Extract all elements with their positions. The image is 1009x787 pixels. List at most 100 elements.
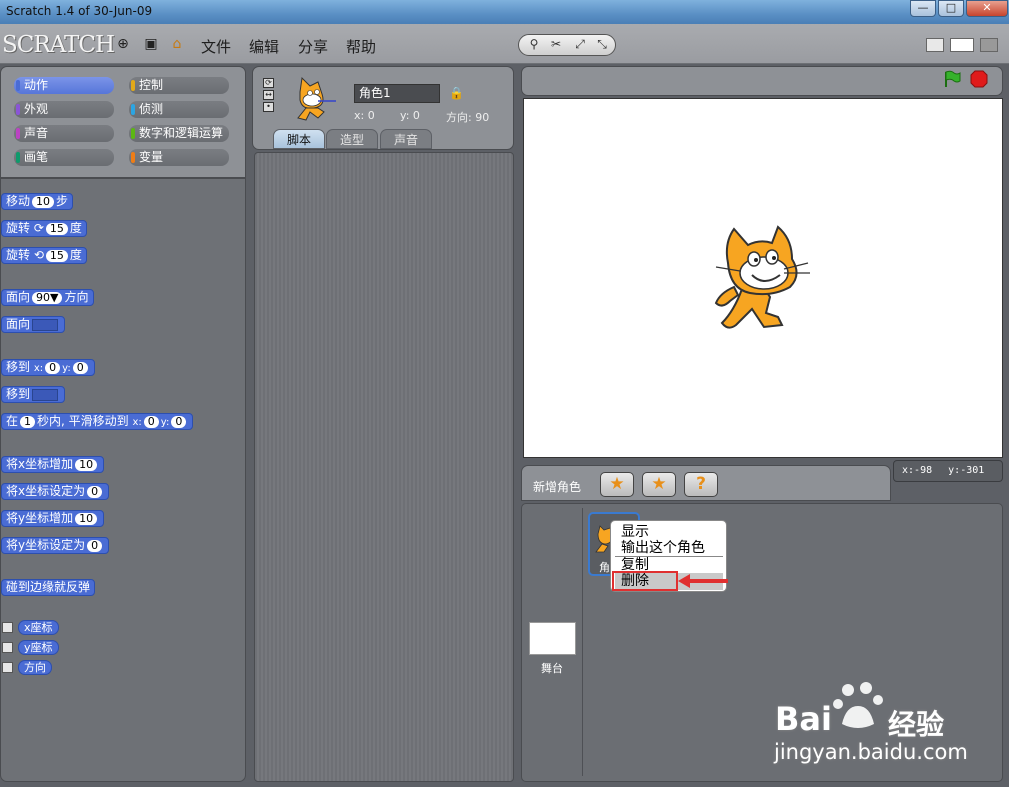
shrink-tool-icon[interactable]: ⤡ — [593, 37, 611, 53]
category-control[interactable]: 控制 — [129, 77, 229, 94]
category-label: 动作 — [24, 78, 49, 92]
block-text: 移到 — [6, 387, 31, 401]
scissors-tool-icon[interactable]: ✂ — [547, 37, 565, 53]
block-glide[interactable]: 在 1 秒内, 平滑移动到 x: 0 y: 0 — [1, 413, 194, 430]
stage-thumbnail[interactable] — [529, 622, 576, 655]
cat-sprite[interactable] — [712, 225, 816, 335]
sprite-name-field[interactable]: 角色1 — [354, 84, 440, 103]
rotate-all-icon[interactable]: ⟳ — [263, 78, 274, 88]
context-menu-export-sprite[interactable]: 输出这个角色 — [621, 540, 705, 557]
block-input[interactable]: 90▼ — [32, 292, 63, 304]
script-area[interactable] — [254, 152, 514, 782]
stage-label: 舞台 — [541, 662, 563, 675]
sprite-x: x: 0 — [354, 109, 375, 122]
surprise-sprite-button[interactable]: ? — [684, 472, 718, 497]
tab-sounds[interactable]: 声音 — [380, 129, 432, 149]
choose-sprite-from-file-button[interactable]: ★ — [642, 472, 676, 497]
block-move[interactable]: 移动 10 步 — [1, 193, 74, 210]
share-icon[interactable]: ⌂ — [168, 36, 186, 53]
block-text: 将x坐标设定为 — [6, 484, 86, 498]
block-text: x: — [33, 363, 44, 374]
category-sensing[interactable]: 侦测 — [129, 101, 229, 118]
reporter-direction[interactable]: 方向 — [18, 660, 52, 675]
block-text: 碰到边缘就反弹 — [6, 580, 91, 594]
category-looks[interactable]: 外观 — [14, 101, 114, 118]
menu-share[interactable]: 分享 — [298, 36, 328, 57]
layout-normal-icon[interactable] — [950, 38, 974, 52]
x-position-checkbox[interactable] — [2, 622, 13, 633]
block-input[interactable]: 15 — [45, 250, 68, 262]
block-goto-xy[interactable]: 移到 x: 0 y: 0 — [1, 359, 95, 376]
maximize-button[interactable]: □ — [938, 0, 964, 17]
category-sound[interactable]: 声音 — [14, 125, 114, 142]
presentation-mode-icon[interactable] — [980, 38, 998, 52]
layout-small-stage-icon[interactable] — [926, 38, 944, 52]
category-operators[interactable]: 数字和逻辑运算 — [129, 125, 229, 142]
block-input[interactable]: 0 — [72, 362, 88, 374]
block-text: 秒内, 平滑移动到 — [37, 414, 129, 428]
block-input[interactable]: 0 — [87, 486, 103, 498]
block-point-towards[interactable]: 面向 — [1, 316, 66, 333]
block-text: 将x坐标增加 — [6, 457, 74, 471]
reporter-y-position[interactable]: y座标 — [18, 640, 59, 655]
category-label: 外观 — [24, 102, 49, 116]
block-text: 在 — [6, 414, 19, 428]
block-dropdown[interactable] — [32, 388, 59, 401]
block-text: 度 — [69, 248, 82, 262]
menu-edit[interactable]: 编辑 — [249, 36, 279, 57]
context-menu-show[interactable]: 显示 — [621, 524, 649, 541]
stamp-tool-icon[interactable]: ⚲ — [525, 37, 543, 53]
label: y: — [948, 465, 961, 476]
block-dropdown[interactable] — [32, 318, 59, 331]
category-variables[interactable]: 变量 — [129, 149, 229, 166]
no-rotate-icon[interactable]: • — [263, 102, 274, 112]
block-input[interactable]: 0 — [45, 362, 61, 374]
block-input[interactable]: 0 — [171, 416, 187, 428]
block-goto[interactable]: 移到 — [1, 386, 66, 403]
lock-icon[interactable]: 🔒 — [449, 86, 464, 100]
save-icon[interactable]: ▣ — [142, 36, 160, 53]
direction-checkbox[interactable] — [2, 662, 13, 673]
new-sprite-label: 新增角色 — [533, 480, 582, 494]
block-input[interactable]: 10 — [32, 196, 55, 208]
block-turn-left[interactable]: 旋转 ⟲ 15 度 — [1, 247, 87, 264]
block-input[interactable]: 0 — [143, 416, 159, 428]
green-flag-icon[interactable] — [942, 69, 962, 89]
flip-lr-icon[interactable]: ↔ — [263, 90, 274, 100]
block-set-x[interactable]: 将x坐标设定为 0 — [1, 483, 110, 500]
category-label: 声音 — [24, 126, 49, 140]
grow-tool-icon[interactable]: ⤢ — [571, 37, 589, 53]
close-button[interactable]: ✕ — [966, 0, 1008, 17]
block-point-direction[interactable]: 面向 90▼ 方向 — [1, 289, 94, 306]
block-input[interactable]: 10 — [75, 459, 98, 471]
tab-scripts[interactable]: 脚本 — [273, 129, 325, 149]
stage-canvas[interactable] — [523, 98, 1003, 458]
menu-file[interactable]: 文件 — [201, 36, 231, 57]
minimize-button[interactable]: — — [910, 0, 936, 17]
menu-bar: SCRATCH ⊕ ▣ ⌂ 文件 编辑 分享 帮助 ⚲ ✂ ⤢ ⤡ — [0, 24, 1009, 64]
tab-costumes[interactable]: 造型 — [326, 129, 378, 149]
stop-sign-icon[interactable] — [970, 70, 988, 88]
paint-new-sprite-button[interactable]: ★ — [600, 472, 634, 497]
delete-highlight-box — [612, 571, 678, 591]
block-bounce[interactable]: 碰到边缘就反弹 — [1, 579, 96, 596]
reporter-x-position[interactable]: x座标 — [18, 620, 59, 635]
category-pen[interactable]: 画笔 — [14, 149, 114, 166]
watermark-url: jingyan.baidu.com — [774, 740, 968, 764]
category-motion[interactable]: 动作 — [14, 77, 114, 94]
block-input[interactable]: 10 — [75, 513, 98, 525]
block-text: 步 — [56, 194, 69, 208]
label: x: — [902, 465, 915, 476]
block-change-y[interactable]: 将y坐标增加 10 — [1, 510, 105, 527]
block-set-y[interactable]: 将y坐标设定为 0 — [1, 537, 110, 554]
block-change-x[interactable]: 将x坐标增加 10 — [1, 456, 105, 473]
globe-icon[interactable]: ⊕ — [114, 36, 132, 53]
scratch-logo: SCRATCH — [2, 32, 115, 58]
block-input[interactable]: 15 — [45, 223, 68, 235]
window-title: Scratch 1.4 of 30-Jun-09 — [6, 4, 153, 18]
block-input[interactable]: 0 — [87, 540, 103, 552]
block-turn-right[interactable]: 旋转 ⟳ 15 度 — [1, 220, 87, 237]
block-input[interactable]: 1 — [20, 416, 36, 428]
menu-help[interactable]: 帮助 — [346, 36, 376, 57]
y-position-checkbox[interactable] — [2, 642, 13, 653]
